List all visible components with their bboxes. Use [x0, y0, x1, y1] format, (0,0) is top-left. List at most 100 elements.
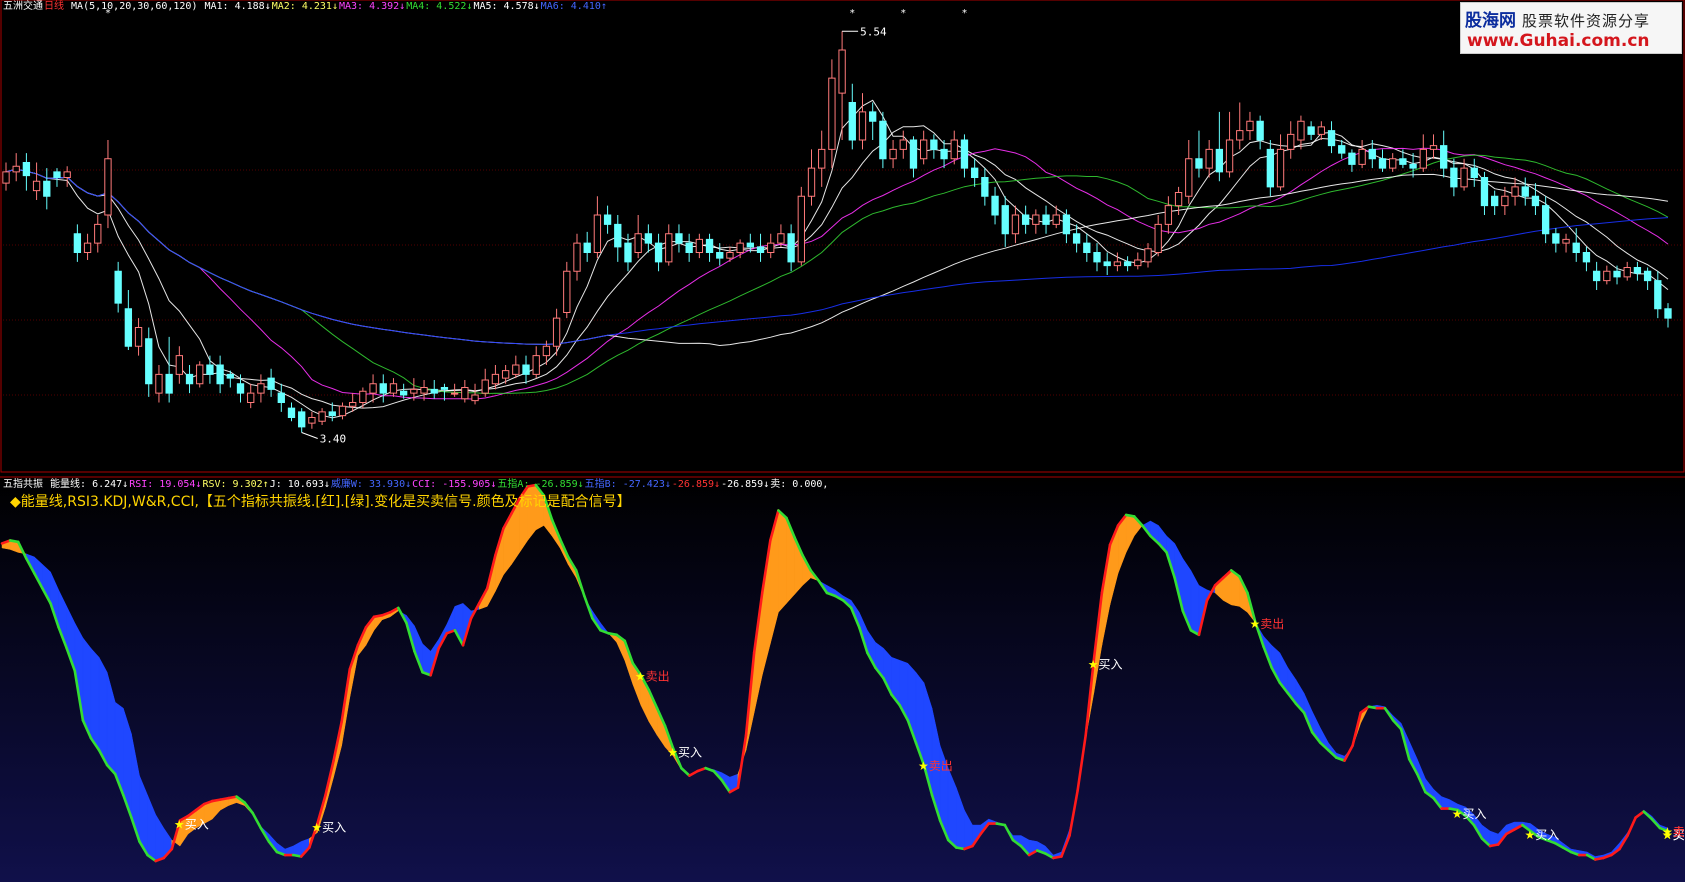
indicator-item: CCI: -155.905↓ — [412, 479, 497, 490]
candle-body — [1643, 270, 1652, 282]
candle-body — [981, 177, 989, 197]
candle-body — [1032, 214, 1040, 225]
candle-body — [1378, 158, 1387, 169]
signal-text: 买入 — [1462, 807, 1486, 821]
candle-body — [1021, 214, 1030, 225]
indicator-item: 能量线: 6.247↓ — [50, 479, 129, 490]
signal-text: 卖出 — [929, 759, 953, 773]
candle-body — [1042, 214, 1050, 225]
site-logo: 股海网 股票软件资源分享 www.Guhai.com.cn — [1460, 2, 1682, 54]
candle-body — [716, 252, 724, 259]
candle-body — [1470, 167, 1478, 178]
candle-body — [1338, 145, 1346, 154]
sell-signal: ★卖出 — [635, 669, 670, 683]
chart-canvas[interactable]: 5.543.40****★买入★买入★买入★买入★买入★买入★买入★买入★买入★… — [0, 0, 1685, 882]
candle-body — [1266, 148, 1275, 188]
candle-body — [665, 233, 673, 263]
top-marker: * — [962, 8, 967, 19]
candle-body — [970, 167, 979, 178]
candle-body — [756, 246, 765, 253]
candle-body — [43, 180, 51, 197]
candle-body — [1256, 120, 1264, 141]
candle-body — [1409, 163, 1417, 169]
candle-body — [1348, 152, 1356, 165]
candle-body — [1654, 280, 1662, 310]
candle-body — [563, 270, 571, 313]
candle-body — [1287, 133, 1295, 150]
candle-body — [1083, 242, 1091, 253]
candle-body — [899, 139, 907, 150]
candle-body — [328, 411, 336, 417]
indicator-item: -26.859↓ — [671, 479, 721, 490]
candle-body — [1297, 120, 1305, 141]
candle-body — [308, 417, 316, 424]
sell-signal: ★卖出 — [918, 759, 953, 773]
candle-body — [298, 411, 306, 428]
resonance-band — [98, 657, 108, 766]
candle-body — [175, 355, 183, 375]
period-label: 日线 — [44, 1, 64, 12]
candle-body — [2, 171, 10, 184]
sell-signal: ★卖出 — [1250, 617, 1285, 631]
candle-body — [1123, 261, 1132, 267]
candle-body — [828, 77, 836, 150]
candle-body — [145, 338, 153, 385]
candle-body — [1572, 242, 1580, 253]
candle-body — [53, 171, 61, 178]
logo-slogan: 股票软件资源分享 — [1522, 12, 1651, 30]
buy-signal: ★买入 — [667, 746, 702, 760]
candle-body — [726, 252, 734, 259]
candle-body — [389, 383, 398, 394]
candle-body — [196, 364, 204, 385]
candle-body — [940, 148, 948, 160]
buy-signal: ★买入 — [1525, 828, 1560, 842]
signal-star-icon: ★ — [1662, 825, 1673, 839]
candle-body — [1389, 158, 1397, 169]
candle-body — [705, 238, 714, 253]
signal-star-icon: ★ — [311, 821, 322, 835]
candle-body — [1205, 148, 1213, 169]
ma5-line — [5, 168, 1669, 347]
indicator-item: J: 10.693↓ — [269, 479, 330, 490]
candle-body — [1633, 267, 1642, 274]
candle-body — [226, 373, 234, 379]
candle-body — [950, 139, 958, 160]
candle-body — [32, 180, 41, 192]
ma6-line — [5, 168, 1669, 345]
candle-body — [1399, 158, 1407, 165]
candle-body — [73, 233, 82, 253]
ma-item: MA2: 4.231↓ — [271, 1, 338, 12]
candle-body — [491, 373, 500, 385]
candle-body — [134, 327, 143, 347]
candle-body — [185, 373, 194, 385]
resonance-band — [90, 647, 100, 751]
candle-body — [1419, 148, 1427, 169]
candle-body — [22, 162, 31, 177]
signal-text: 买入 — [322, 821, 346, 835]
candle-body — [1307, 126, 1315, 135]
candle-body — [1613, 270, 1621, 278]
ma3-line — [5, 147, 1669, 400]
candle-body — [685, 242, 693, 253]
candle-body — [1246, 120, 1254, 132]
stock-title: 五洲交通 — [3, 1, 43, 12]
candle-body — [1144, 248, 1152, 263]
signal-text: 买入 — [1535, 828, 1559, 842]
signal-star-icon: ★ — [635, 669, 646, 683]
candle-body — [379, 383, 387, 394]
signal-star-icon: ★ — [1525, 828, 1536, 842]
candle-body — [359, 390, 367, 403]
candle-body — [603, 214, 612, 225]
indicator-item: 五指B: -27.423↓ — [584, 479, 671, 490]
candle-body — [1511, 186, 1519, 197]
candle-body — [369, 383, 377, 394]
signal-star-icon: ★ — [1250, 617, 1261, 631]
candle-body — [1215, 148, 1224, 173]
resonance-band — [778, 509, 787, 613]
signal-text: 买入 — [678, 746, 702, 760]
candle-body — [1429, 145, 1438, 150]
candle-body — [349, 402, 357, 407]
candle-body — [889, 148, 897, 160]
candle-body — [1491, 195, 1499, 207]
signal-text: 卖出 — [1260, 617, 1284, 631]
